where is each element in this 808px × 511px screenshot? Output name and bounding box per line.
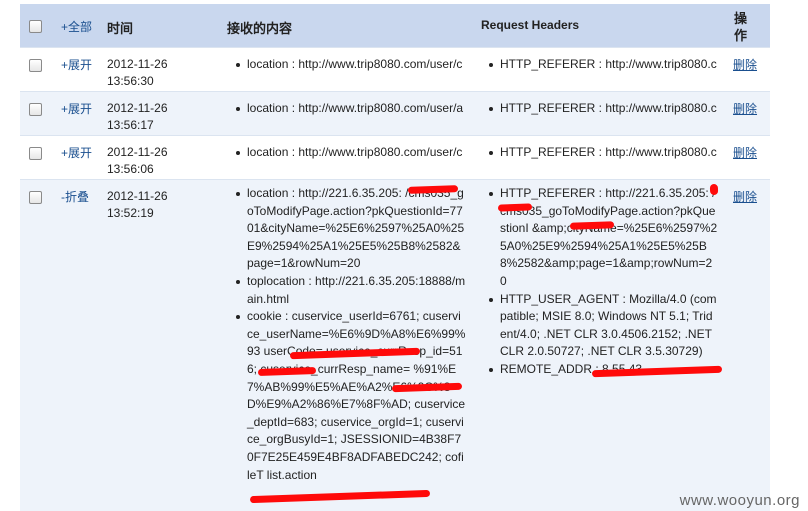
row-time: 2012-11-26 13:56:17 bbox=[107, 100, 197, 134]
header-item-referer: HTTP_REFERER : http://221.6.35.205: /cms… bbox=[486, 185, 718, 291]
content-list: location : http://221.6.35.205: /cms035_… bbox=[233, 185, 466, 484]
row-clock: 13:56:30 bbox=[107, 74, 154, 88]
table-row: +展开 2012-11-26 13:56:17 location : http:… bbox=[20, 92, 770, 136]
delete-link[interactable]: 删除 bbox=[733, 56, 757, 73]
row-checkbox[interactable] bbox=[29, 191, 42, 204]
row-clock: 13:56:17 bbox=[107, 118, 154, 132]
row-time: 2012-11-26 13:52:19 bbox=[107, 188, 197, 222]
row-date: 2012-11-26 bbox=[107, 57, 168, 71]
column-header-time: 时间 bbox=[107, 21, 134, 36]
collapse-toggle[interactable]: -折叠 bbox=[61, 188, 89, 205]
log-table: +全部 时间 接收的内容 Request Headers 操 作 +展开 201… bbox=[20, 4, 770, 511]
row-date: 2012-11-26 bbox=[107, 189, 168, 203]
header-item: HTTP_REFERER : http://www.trip8080.c bbox=[486, 56, 718, 74]
row-checkbox[interactable] bbox=[29, 59, 42, 72]
table-row-expanded: -折叠 2012-11-26 13:52:19 location : http:… bbox=[20, 180, 770, 511]
headers-list: HTTP_REFERER : http://www.trip8080.c bbox=[486, 100, 718, 118]
header-item: HTTP_REFERER : http://www.trip8080.c bbox=[486, 100, 718, 118]
delete-link[interactable]: 删除 bbox=[733, 144, 757, 161]
content-item-toplocation: toplocation : http://221.6.35.205:18888/… bbox=[233, 273, 466, 308]
row-date: 2012-11-26 bbox=[107, 101, 168, 115]
column-header-request-headers: Request Headers bbox=[481, 18, 580, 32]
row-time: 2012-11-26 13:56:30 bbox=[107, 56, 197, 90]
delete-link[interactable]: 删除 bbox=[733, 100, 757, 117]
redaction-mark bbox=[709, 183, 719, 196]
content-list: location : http://www.trip8080.com/user/… bbox=[233, 100, 466, 118]
content-item-location: location : http://221.6.35.205: /cms035_… bbox=[233, 185, 466, 273]
row-time: 2012-11-26 13:56:06 bbox=[107, 144, 197, 178]
redaction-mark bbox=[497, 203, 533, 212]
table-header: +全部 时间 接收的内容 Request Headers 操 作 bbox=[20, 4, 770, 48]
expand-toggle[interactable]: +展开 bbox=[61, 56, 92, 73]
redaction-mark bbox=[249, 489, 431, 504]
content-list: location : http://www.trip8080.com/user/… bbox=[233, 56, 466, 74]
expand-toggle[interactable]: +展开 bbox=[61, 144, 92, 161]
row-clock: 13:52:19 bbox=[107, 206, 154, 220]
header-item-user-agent: HTTP_USER_AGENT : Mozilla/4.0 (compatibl… bbox=[486, 291, 718, 361]
header-item: HTTP_REFERER : http://www.trip8080.c bbox=[486, 144, 718, 162]
table-row: +展开 2012-11-26 13:56:06 location : http:… bbox=[20, 136, 770, 180]
row-date: 2012-11-26 bbox=[107, 145, 168, 159]
content-item: location : http://www.trip8080.com/user/… bbox=[233, 56, 466, 74]
content-item: location : http://www.trip8080.com/user/… bbox=[233, 144, 466, 162]
select-all-checkbox[interactable] bbox=[29, 20, 42, 33]
row-checkbox[interactable] bbox=[29, 147, 42, 160]
column-header-content: 接收的内容 bbox=[227, 21, 293, 36]
content-item: location : http://www.trip8080.com/user/… bbox=[233, 100, 466, 118]
headers-list: HTTP_REFERER : http://221.6.35.205: /cms… bbox=[486, 185, 718, 379]
content-list: location : http://www.trip8080.com/user/… bbox=[233, 144, 466, 162]
content-item-cookie: cookie : cuservice_userId=6761; cuservic… bbox=[233, 308, 466, 484]
watermark: www.wooyun.org bbox=[679, 492, 800, 509]
column-header-actions: 操 作 bbox=[734, 11, 748, 43]
row-checkbox[interactable] bbox=[29, 103, 42, 116]
expand-toggle[interactable]: +展开 bbox=[61, 100, 92, 117]
headers-list: HTTP_REFERER : http://www.trip8080.c bbox=[486, 144, 718, 162]
table-row: +展开 2012-11-26 13:56:30 location : http:… bbox=[20, 48, 770, 92]
row-clock: 13:56:06 bbox=[107, 162, 154, 176]
select-all-link[interactable]: +全部 bbox=[61, 18, 92, 35]
delete-link[interactable]: 删除 bbox=[733, 188, 757, 205]
headers-list: HTTP_REFERER : http://www.trip8080.c bbox=[486, 56, 718, 74]
